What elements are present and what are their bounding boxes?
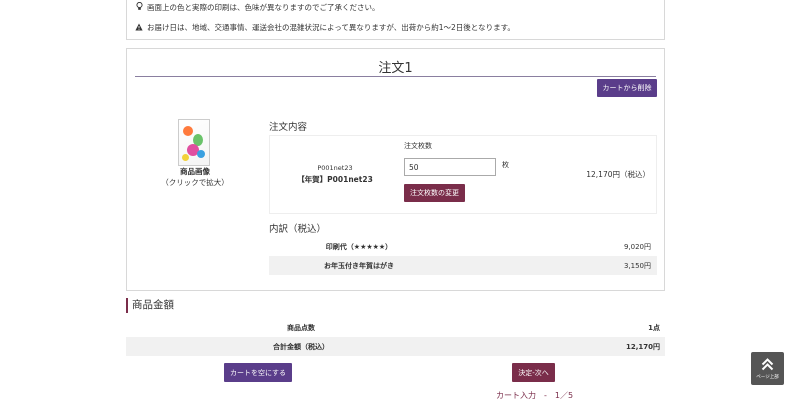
order-title: 注文1	[378, 61, 413, 76]
product-thumbnail[interactable]	[178, 119, 210, 166]
step-progress: カート入力 - 1／5	[496, 391, 574, 400]
order-panel: 注文1 カートから削除 商品画像 （クリックで拡大） 注文内容 P001net2…	[126, 48, 665, 291]
quantity-input[interactable]	[404, 158, 496, 176]
title-divider	[135, 76, 656, 77]
quantity-unit: 枚	[502, 161, 509, 169]
product-code: P001net23	[317, 164, 353, 172]
product-image-caption: 商品画像	[180, 167, 210, 176]
totals-heading: 商品金額	[126, 298, 174, 313]
notice-text: 画面上の色と実際の印刷は、色味が異なりますのでご了承ください。	[147, 3, 380, 12]
next-button[interactable]: 決定-次へ	[512, 363, 555, 382]
table-row: 印刷代（★★★★★） 9,020円	[269, 237, 657, 256]
breakdown-value: 9,020円	[623, 242, 651, 251]
product-name: 【年賀】P001net23	[297, 175, 373, 184]
remove-from-cart-button[interactable]: カートから削除	[597, 79, 657, 97]
page-top-button[interactable]: ページ上部	[751, 352, 784, 385]
warning-icon	[135, 23, 143, 33]
breakdown-label: 印刷代（★★★★★）	[325, 242, 393, 251]
lightbulb-icon	[135, 1, 143, 13]
order-content-heading: 注文内容	[269, 122, 308, 133]
totals-label: 商品点数	[287, 323, 315, 332]
notice-box: 画面上の色と実際の印刷は、色味が異なりますのでご了承ください。 お届け日は、地域…	[126, 0, 665, 40]
table-row: 商品点数 1点	[126, 318, 665, 337]
chevron-up-icon	[761, 358, 774, 371]
order-price: 12,170円（税込）	[586, 170, 650, 179]
breakdown-value: 3,150円	[623, 261, 651, 270]
order-content-panel: P001net23 【年賀】P001net23 注文枚数 枚 注文枚数の変更 1…	[269, 135, 657, 214]
page-top-label: ページ上部	[756, 375, 779, 380]
change-quantity-button[interactable]: 注文枚数の変更	[404, 184, 465, 202]
notice-color: 画面上の色と実際の印刷は、色味が異なりますのでご了承ください。	[135, 1, 380, 13]
table-row: お年玉付き年賀はがき 3,150円	[269, 256, 657, 275]
empty-cart-button[interactable]: カートを空にする	[224, 363, 292, 382]
totals-table: 商品点数 1点 合計金額（税込） 12,170円	[126, 318, 665, 356]
totals-label: 合計金額（税込）	[273, 342, 329, 351]
quantity-label: 注文枚数	[404, 142, 432, 150]
notice-delivery: お届け日は、地域、交通事情、運送会社の混雑状況によって異なりますが、出荷から約1…	[135, 22, 515, 33]
totals-value: 12,170円	[625, 342, 660, 351]
table-row: 合計金額（税込） 12,170円	[126, 337, 665, 356]
totals-value: 1点	[648, 323, 660, 332]
breakdown-label: お年玉付き年賀はがき	[324, 261, 394, 270]
zoom-hint: （クリックで拡大）	[161, 178, 229, 187]
breakdown-table: 印刷代（★★★★★） 9,020円 お年玉付き年賀はがき 3,150円	[269, 237, 657, 275]
notice-text: お届け日は、地域、交通事情、運送会社の混雑状況によって異なりますが、出荷から約1…	[147, 23, 515, 32]
breakdown-heading: 内訳（税込）	[269, 224, 327, 235]
